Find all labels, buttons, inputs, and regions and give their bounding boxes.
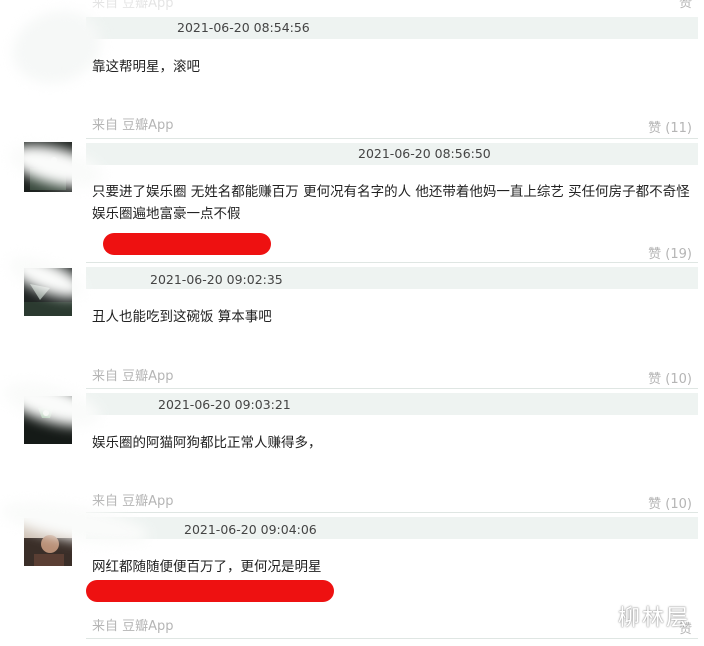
top-like-button[interactable]: 赞 (679, 0, 692, 11)
comment-source: 来自 豆瓣App (92, 369, 174, 384)
divider (86, 138, 698, 139)
like-button[interactable]: 赞 (19) (648, 243, 692, 262)
comment-text: 只要进了娱乐圈 无姓名都能赚百万 更何况有名字的人 他还带着他妈一直上综艺 买任… (92, 184, 690, 222)
comment-text: 靠这帮明星，滚吧 (92, 59, 200, 75)
like-button[interactable]: 赞 (10) (648, 368, 692, 387)
comment-timestamp: 2021-06-20 08:56:50 (358, 146, 491, 161)
like-button[interactable]: 赞 (11) (648, 117, 692, 136)
comment-header (86, 517, 698, 539)
divider (86, 388, 698, 389)
like-button[interactable]: 赞 (10) (648, 493, 692, 512)
avatar-mask (3, 0, 111, 95)
comment-source: 来自 豆瓣App (92, 619, 174, 634)
divider (86, 638, 698, 639)
redaction-mark (86, 580, 334, 602)
comment-text: 娱乐圈的阿猫阿狗都比正常人赚得多， (92, 435, 322, 451)
watermark: 柳林层 (617, 606, 690, 631)
divider (86, 262, 698, 263)
comment-timestamp: 2021-06-20 08:54:56 (177, 20, 310, 35)
comment-source: 来自 豆瓣App (92, 494, 174, 509)
divider (86, 512, 698, 513)
comment-text: 网红都随随便便百万了，更何况是明星 (92, 559, 322, 575)
top-source-label: 来自 豆瓣App (92, 0, 174, 11)
comment-text: 丑人也能吃到这碗饭 算本事吧 (92, 309, 272, 325)
comment-timestamp: 2021-06-20 09:03:21 (158, 397, 291, 412)
redaction-mark (103, 233, 271, 255)
comment-timestamp: 2021-06-20 09:04:06 (184, 522, 317, 537)
comment-source: 来自 豆瓣App (92, 118, 174, 133)
comment-timestamp: 2021-06-20 09:02:35 (150, 272, 283, 287)
